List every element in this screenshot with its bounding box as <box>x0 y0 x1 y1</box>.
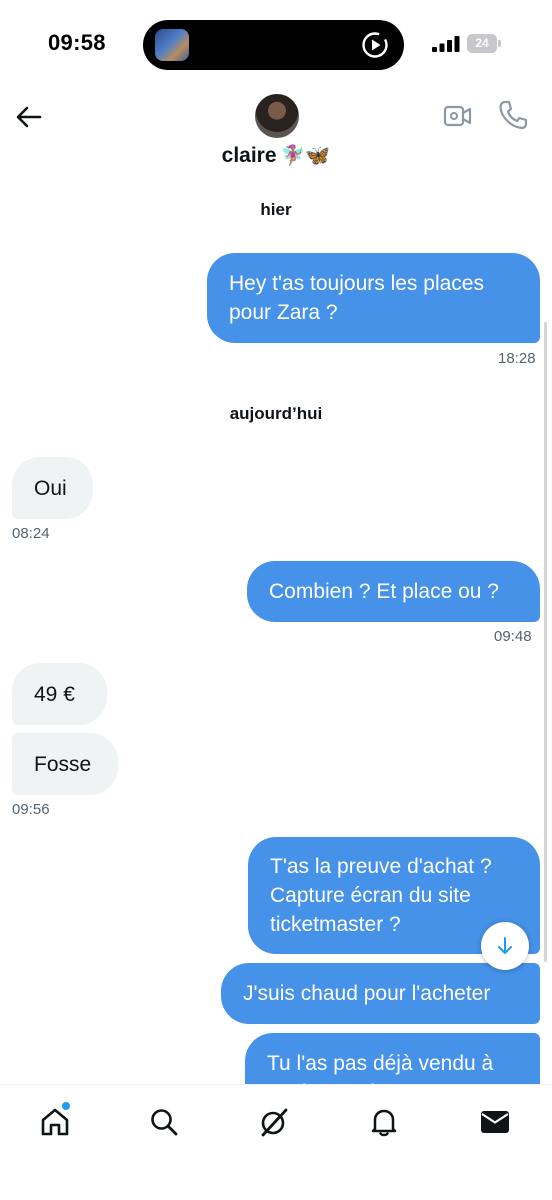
scroll-to-bottom-button[interactable] <box>481 922 529 970</box>
message-bubble[interactable]: Combien ? Et place ou ? <box>247 561 540 622</box>
scrollbar[interactable] <box>544 322 547 962</box>
message-text: J'suis chaud pour l'acheter <box>243 982 491 1005</box>
contact-name: claire <box>221 144 277 167</box>
message-text: Hey t'as toujours les places pour Zara ? <box>229 272 484 324</box>
message-bubble[interactable]: J'suis chaud pour l'acheter <box>221 963 540 1024</box>
search-icon <box>151 1109 178 1136</box>
message-bubble[interactable]: Tu l'as pas déjà vendu à quelqu'un d'aut… <box>245 1033 540 1084</box>
grok-icon <box>261 1108 288 1137</box>
message-bubble[interactable]: Fosse <box>12 733 118 795</box>
message-bubble[interactable]: Hey t'as toujours les places pour Zara ? <box>207 253 540 343</box>
envelope-icon <box>481 1111 509 1133</box>
message-timestamp: 18:28 <box>498 350 536 367</box>
message-text: Oui <box>34 476 67 500</box>
back-arrow-icon <box>16 106 42 128</box>
arrow-down-icon <box>498 937 512 954</box>
phone-icon[interactable] <box>498 99 528 131</box>
dynamic-island[interactable] <box>143 20 404 70</box>
conversation-header: claire 🧚🏽‍♀️🦋 <box>0 92 552 186</box>
message-bubble[interactable]: Oui <box>12 457 93 519</box>
name-emojis: 🧚🏽‍♀️🦋 <box>280 145 331 167</box>
nav-messages[interactable] <box>478 1105 512 1139</box>
message-timestamp: 09:56 <box>12 801 50 818</box>
date-separator: aujourd’hui <box>229 404 323 423</box>
video-camera-icon[interactable] <box>443 101 473 131</box>
message-text: T'as la preuve d'achat ? Capture écran d… <box>270 855 492 936</box>
media-thumbnail <box>155 29 189 61</box>
bottom-navigation <box>0 1084 552 1200</box>
date-separator: hier <box>260 200 292 219</box>
cellular-signal-icon <box>432 36 460 52</box>
nav-home[interactable] <box>38 1102 72 1139</box>
nav-search[interactable] <box>147 1105 181 1139</box>
battery-indicator: 24 <box>467 34 497 53</box>
home-icon <box>41 1108 69 1136</box>
message-list[interactable]: hier Hey t'as toujours les places pour Z… <box>0 186 552 1084</box>
contact-name-row[interactable]: claire 🧚🏽‍♀️🦋 <box>0 144 552 168</box>
message-timestamp: 09:48 <box>494 628 532 645</box>
message-text: Fosse <box>34 752 92 776</box>
bell-icon <box>371 1109 397 1137</box>
notification-dot <box>62 1102 70 1110</box>
message-bubble[interactable]: 49 € <box>12 663 107 725</box>
status-bar: 09:58 24 <box>0 0 552 92</box>
message-text: 49 € <box>34 682 75 706</box>
avatar[interactable] <box>255 94 299 138</box>
message-text: Combien ? Et place ou ? <box>269 580 499 603</box>
back-button[interactable] <box>12 100 46 134</box>
message-text: Tu l'as pas déjà vendu à quelqu'un d'aut… <box>267 1052 494 1084</box>
nav-notifications[interactable] <box>367 1105 401 1139</box>
nav-grok[interactable] <box>257 1105 291 1139</box>
message-timestamp: 08:24 <box>12 525 50 542</box>
battery-cap <box>498 40 501 47</box>
status-time: 09:58 <box>48 30 106 55</box>
screen-recording-icon <box>362 32 388 58</box>
